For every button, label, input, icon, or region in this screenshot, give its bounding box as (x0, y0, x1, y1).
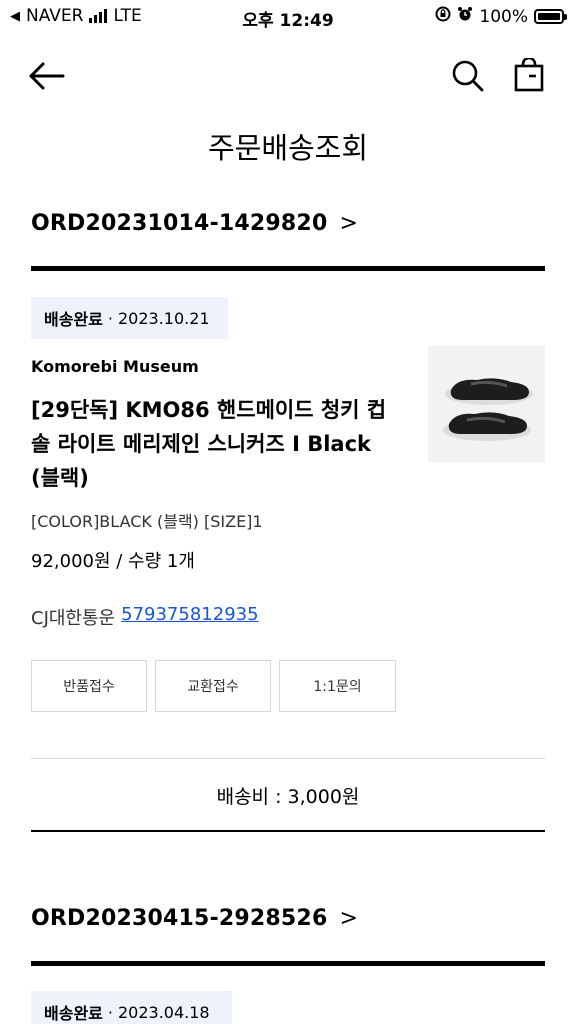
tracking-number-link[interactable]: 579375812935 (121, 604, 258, 630)
inquiry-button[interactable]: 1:1문의 (279, 660, 396, 712)
alarm-icon (457, 6, 473, 27)
courier-name: CJ대한통운 (31, 608, 116, 629)
order-number: ORD20230415-2928526 (31, 906, 328, 931)
shipping-fee: 배송비 : 3,000원 (216, 786, 360, 808)
order-divider (31, 961, 545, 966)
return-request-button[interactable]: 반품접수 (31, 660, 147, 712)
status-badge: 배송완료 · 2023.10.21 (31, 297, 228, 339)
order-divider (31, 266, 545, 271)
shoe-image (442, 378, 533, 441)
status-bar: ◀ NAVER LTE 오후 12:49 100% (0, 0, 576, 32)
order-number: ORD20231014-1429820 (31, 211, 328, 236)
product-name[interactable]: [29단독] KMO86 핸드메이드 청키 컵 솔 라이트 메리제인 스니커즈 … (31, 393, 401, 495)
status-date: 2023.04.18 (117, 1002, 210, 1022)
status-label: 배송완료 (44, 1004, 103, 1023)
battery-percent: 100% (479, 6, 528, 27)
back-arrow-icon[interactable] (26, 58, 66, 94)
page-title: 주문배송조회 (207, 131, 369, 165)
order-number-link[interactable]: ORD20231014-1429820 > (31, 211, 358, 236)
status-date: 2023.10.21 (117, 308, 210, 328)
product-thumbnail[interactable] (428, 346, 545, 462)
status-badge: 배송완료 · 2023.04.18 (31, 991, 232, 1024)
order-end-divider (31, 830, 545, 832)
exchange-request-button[interactable]: 교환접수 (155, 660, 271, 712)
status-label: 배송완료 (44, 310, 103, 329)
product-option: [COLOR]BLACK (블랙) [SIZE]1 (31, 512, 263, 531)
chevron-right-icon: > (339, 906, 359, 931)
badge-separator: · (107, 1002, 113, 1022)
chevron-right-icon: > (339, 211, 359, 236)
courier-info: CJ대한통운 579375812935 (31, 604, 259, 630)
brand-name[interactable]: Komorebi Museum (31, 357, 199, 376)
order-number-link[interactable]: ORD20230415-2928526 > (31, 906, 358, 931)
section-divider (31, 758, 545, 759)
badge-separator: · (107, 308, 113, 328)
search-icon[interactable] (450, 58, 486, 94)
status-bar-right: 100% (435, 6, 567, 27)
battery-icon (534, 9, 567, 24)
rotation-lock-icon (435, 6, 451, 27)
price-quantity: 92,000원 / 수량 1개 (31, 551, 195, 572)
shopping-bag-icon[interactable] (512, 56, 546, 94)
